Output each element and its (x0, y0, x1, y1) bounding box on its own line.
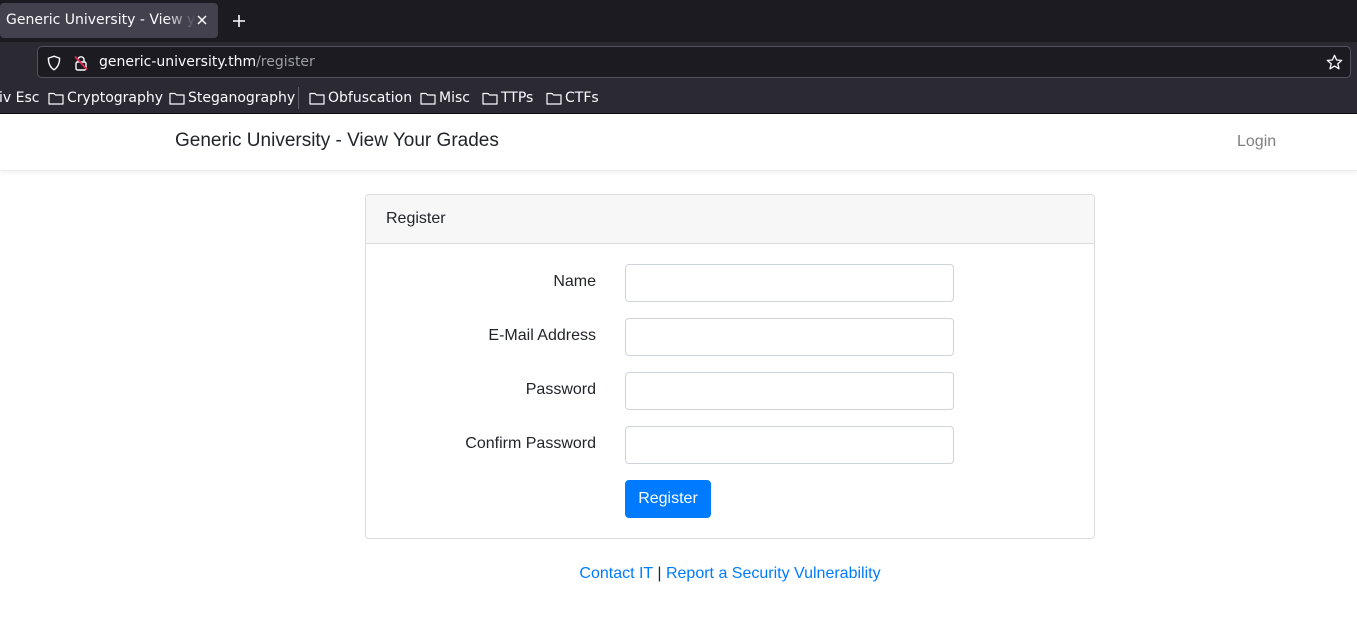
name-label: Name (553, 273, 596, 290)
folder-icon (482, 92, 498, 105)
bookmarks-toolbar: iv Esc Cryptography Steganography Obfusc… (0, 82, 1357, 114)
browser-tab-strip: Generic University - View your Grades (0, 0, 1357, 42)
url-host: generic-university.thm (99, 54, 257, 70)
report-vulnerability-link[interactable]: Report a Security Vulnerability (666, 565, 881, 582)
form-row-password: Password (366, 372, 1094, 410)
bookmark-label: Cryptography (67, 90, 164, 106)
password-label: Password (525, 381, 596, 398)
confirm-password-label: Confirm Password (465, 435, 596, 452)
browser-tab[interactable]: Generic University - View your Grades (0, 3, 218, 38)
shield-icon[interactable] (47, 55, 61, 71)
folder-icon (169, 92, 185, 105)
folder-icon (546, 92, 562, 105)
bookmark-label: Steganography (188, 90, 296, 106)
bookmark-folder-misc[interactable]: Misc (420, 89, 470, 107)
site-brand[interactable]: Generic University - View Your Grades (175, 130, 499, 152)
bookmark-label: iv Esc (0, 90, 40, 106)
card-header: Register (366, 195, 1094, 244)
login-link[interactable]: Login (1237, 133, 1276, 151)
bookmark-label: Obfuscation (328, 90, 413, 106)
folder-icon (420, 92, 436, 105)
bookmark-separator (298, 87, 299, 109)
folder-icon (48, 92, 64, 105)
bookmark-folder-ctfs[interactable]: CTFs (546, 89, 599, 107)
confirm-password-input[interactable] (625, 426, 954, 464)
bookmark-label: CTFs (565, 90, 599, 106)
url-path: /register (256, 54, 315, 70)
form-row-name: Name (366, 264, 1094, 302)
page-footer: Contact IT | Report a Security Vulnerabi… (0, 565, 1357, 583)
register-button[interactable]: Register (625, 480, 711, 518)
close-icon[interactable] (195, 13, 209, 27)
bookmark-label: Misc (439, 90, 470, 106)
email-input[interactable] (625, 318, 954, 356)
bookmark-folder-cryptography[interactable]: Cryptography (48, 89, 163, 107)
card-title: Register (386, 210, 446, 227)
bookmark-folder-obfuscation[interactable]: Obfuscation (309, 89, 412, 107)
footer-separator: | (657, 565, 662, 582)
folder-icon (309, 92, 325, 105)
bookmark-priv-esc[interactable]: iv Esc (0, 89, 39, 107)
name-input[interactable] (625, 264, 954, 302)
tab-title-fade (166, 3, 196, 38)
register-card: Register Name E-Mail Address Password Co… (365, 194, 1095, 539)
bookmark-label: TTPs (501, 90, 534, 106)
star-icon[interactable] (1326, 54, 1343, 71)
browser-toolbar: generic-university.thm/register (0, 42, 1357, 82)
address-bar[interactable]: generic-university.thm/register (37, 46, 1351, 78)
insecure-lock-icon[interactable] (74, 55, 88, 71)
site-navbar: Generic University - View Your Grades Lo… (0, 114, 1357, 171)
form-row-confirm-password: Confirm Password (366, 426, 1094, 464)
form-row-email: E-Mail Address (366, 318, 1094, 356)
email-label: E-Mail Address (488, 327, 596, 344)
bookmark-folder-steganography[interactable]: Steganography (169, 89, 295, 107)
plus-icon[interactable] (230, 12, 248, 30)
contact-it-link[interactable]: Contact IT (579, 565, 653, 582)
password-input[interactable] (625, 372, 954, 410)
url-text[interactable]: generic-university.thm/register (99, 54, 315, 70)
bookmark-folder-ttps[interactable]: TTPs (482, 89, 533, 107)
